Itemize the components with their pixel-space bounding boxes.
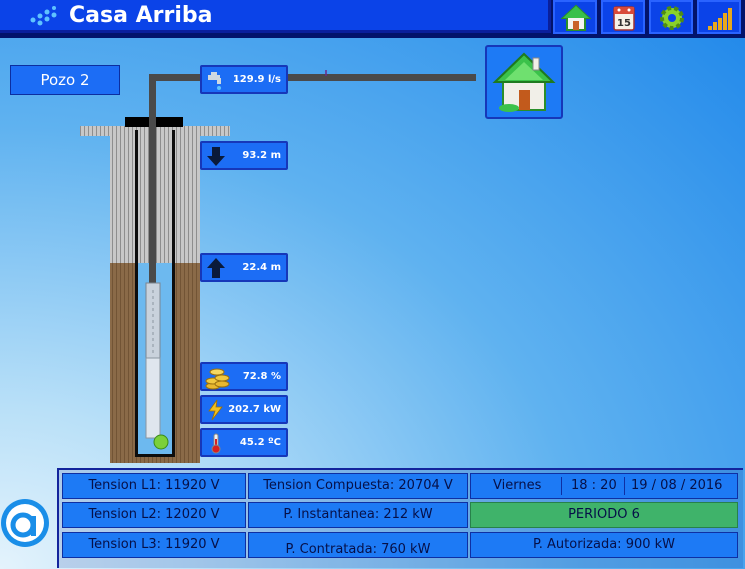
time: 18 : 20 xyxy=(571,478,617,493)
distribution-pipe xyxy=(288,74,476,81)
temperature-reading[interactable]: 45.2 ºC xyxy=(200,428,288,457)
datetime-bar: Viernes 18 : 20 19 / 08 / 2016 xyxy=(470,473,738,499)
tension-l1: Tension L1: 11920 V xyxy=(62,473,246,499)
potencia-instantanea: P. Instantanea: 212 kW xyxy=(248,502,468,528)
date: 19 / 08 / 2016 xyxy=(631,478,723,493)
coins-icon xyxy=(205,368,230,390)
periodo-indicator: PERIODO 6 xyxy=(470,502,738,528)
tension-compuesta: Tension Compuesta: 20704 V xyxy=(248,473,468,499)
efficiency-reading[interactable]: 72.8 % xyxy=(200,362,288,391)
house-destination-button[interactable] xyxy=(485,45,563,119)
tension-l2: Tension L2: 12020 V xyxy=(62,502,246,528)
potencia-contratada: P. Contratada: 760 kW xyxy=(248,532,468,558)
level-reading[interactable]: 22.4 m xyxy=(200,253,288,282)
weekday: Viernes xyxy=(493,478,542,493)
brand-logo xyxy=(1,499,49,547)
arrow-down-icon xyxy=(207,147,225,166)
house-icon xyxy=(492,52,556,112)
riser-pipe xyxy=(149,80,156,290)
pump-status-light xyxy=(153,434,169,450)
faucet-icon xyxy=(208,72,221,90)
tension-l3: Tension L3: 11920 V xyxy=(62,532,246,558)
arrow-up-icon xyxy=(207,258,225,278)
thermometer-icon xyxy=(211,433,221,454)
pump-motor xyxy=(145,357,161,439)
flow-reading[interactable]: 129.9 l/s xyxy=(200,65,288,94)
power-reading[interactable]: 202.7 kW xyxy=(200,395,288,424)
lightning-icon xyxy=(208,399,223,421)
depth-reading[interactable]: 93.2 m xyxy=(200,141,288,170)
potencia-autorizada: P. Autorizada: 900 kW xyxy=(470,532,738,558)
